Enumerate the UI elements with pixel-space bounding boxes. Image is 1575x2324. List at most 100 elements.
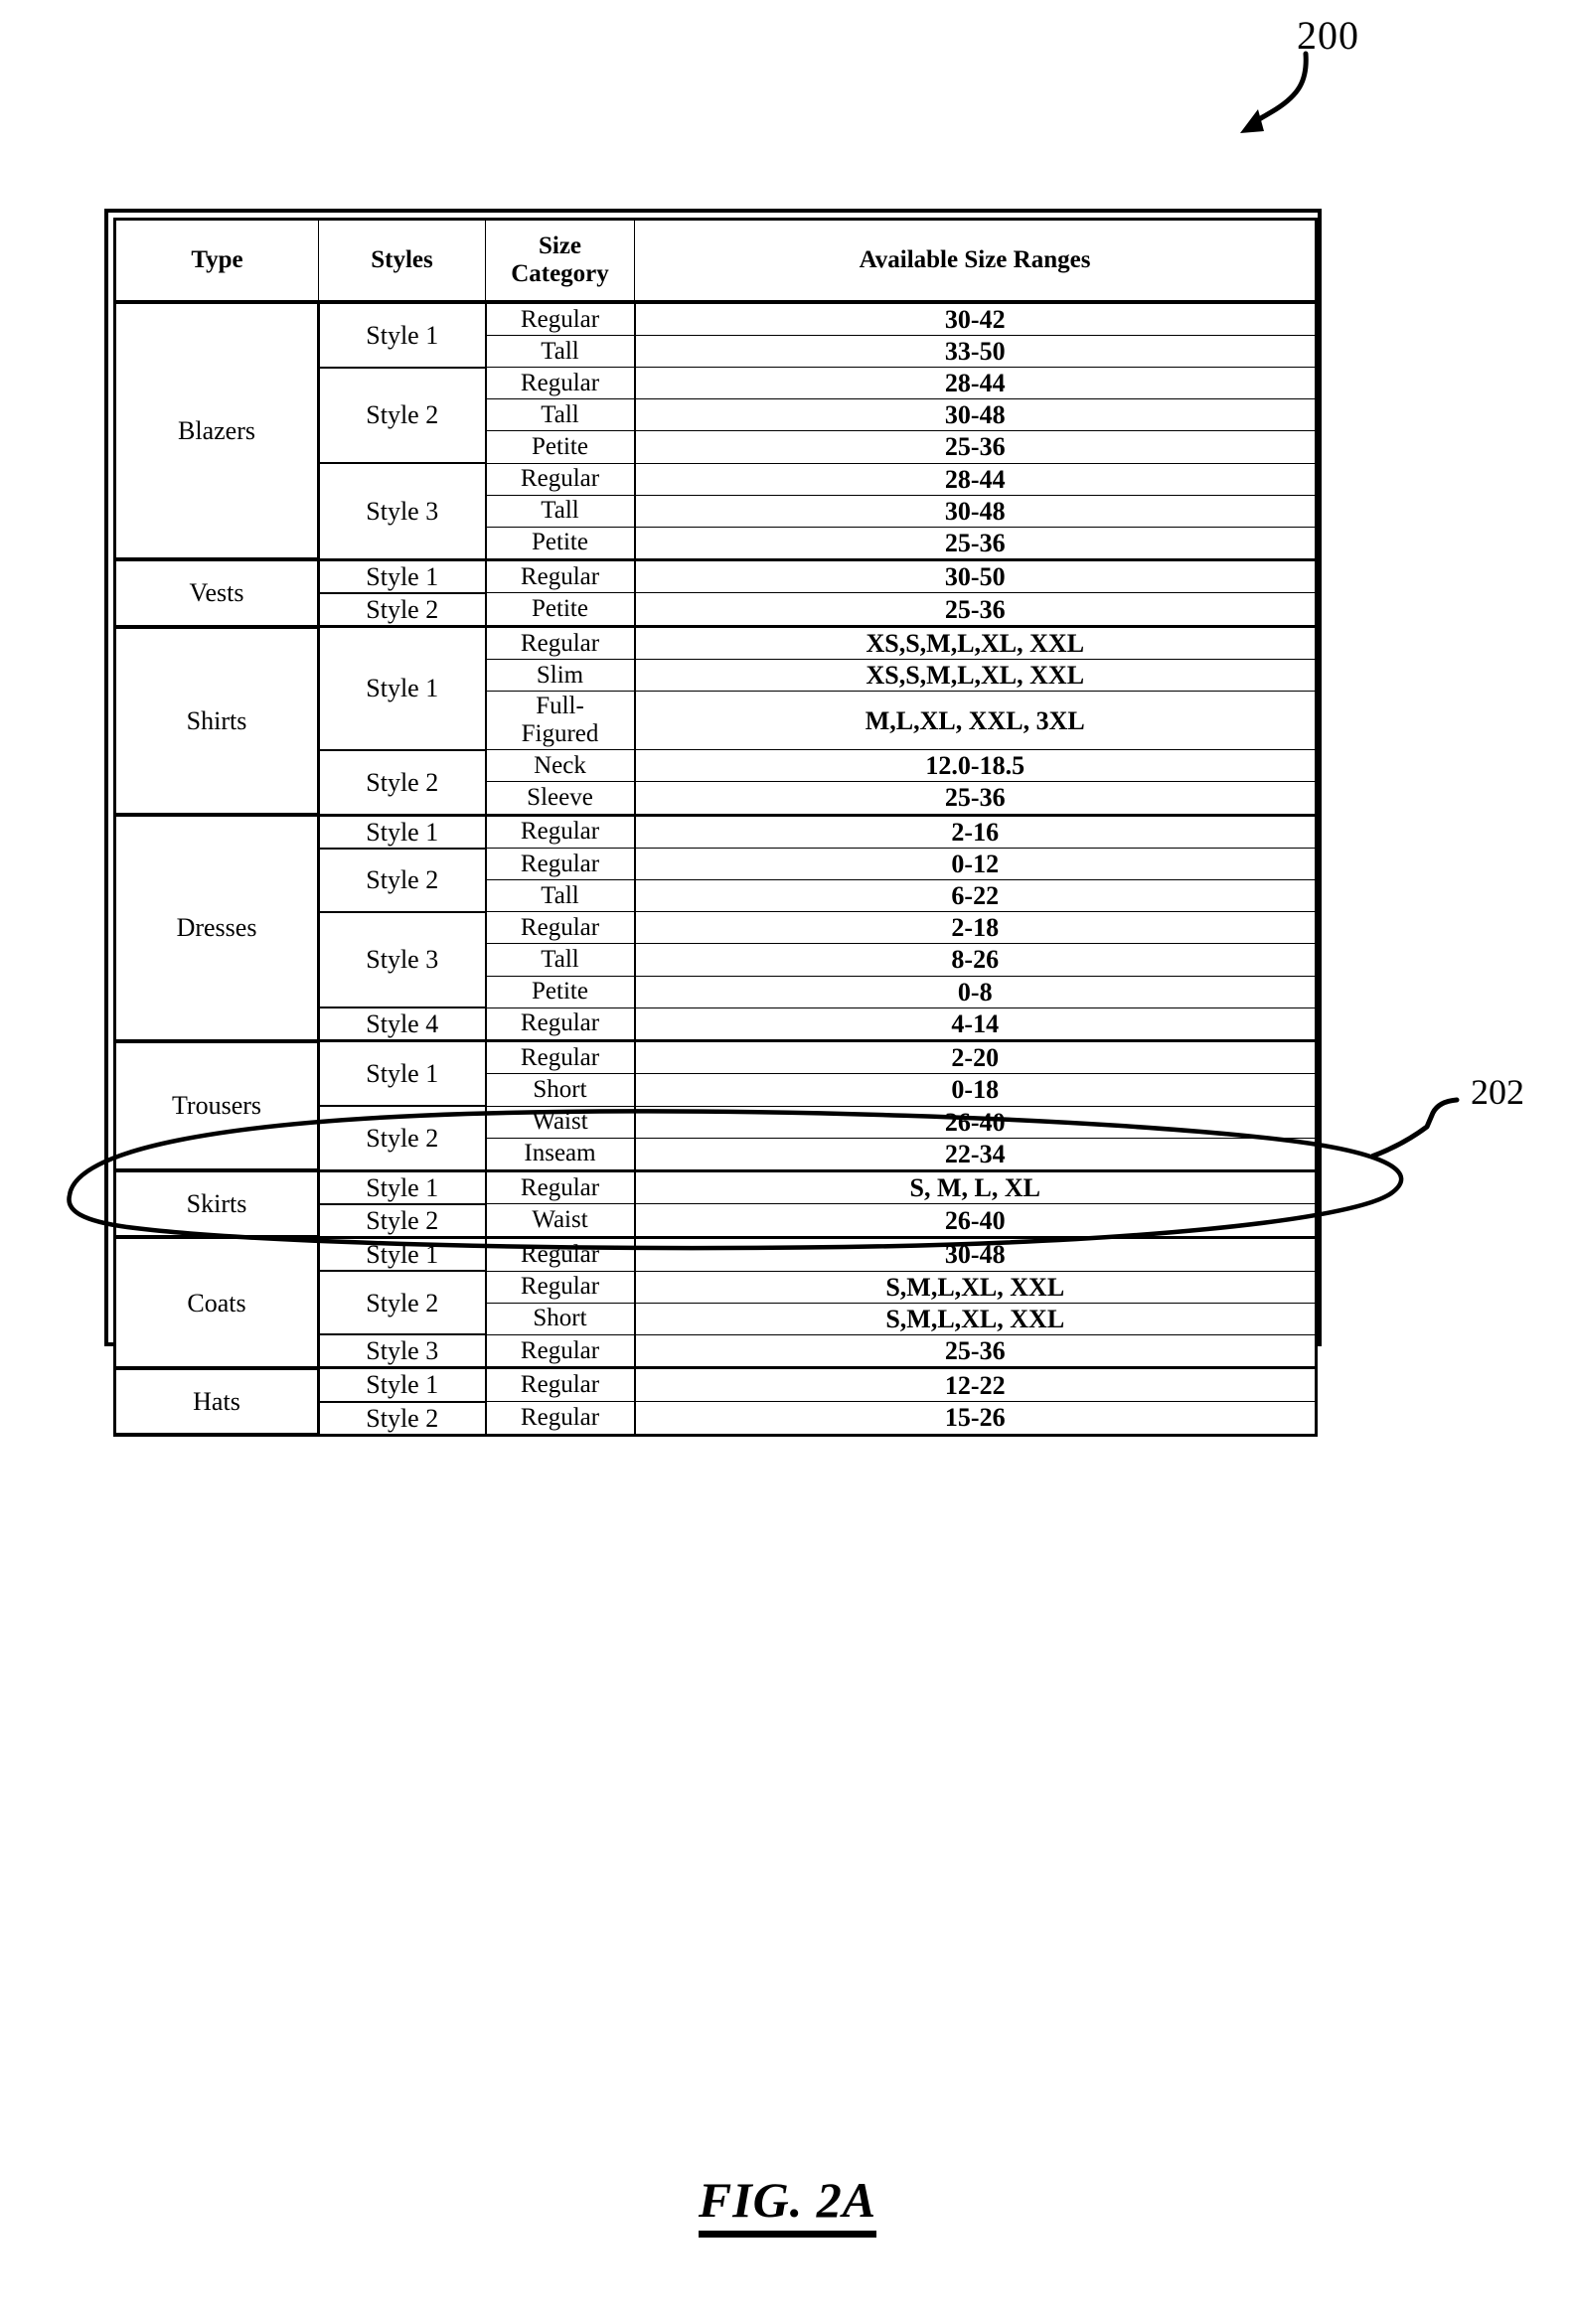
table-row: Hats Style 1 Regular 12-22 [114,1366,1317,1438]
cell-type: Trousers [114,1039,320,1173]
cell-available-size-range: 26-40 [634,1203,1317,1238]
cell-size-category: Regular [485,1235,636,1272]
cell-style: Style 1 [318,1039,487,1108]
cell-size-category: Waist [485,1105,636,1139]
cell-available-size-range: XS,S,M,L,XL, XXL [634,625,1317,661]
reference-numeral-200-arrow [1240,51,1309,133]
cell-available-size-range: 0-8 [634,975,1317,1008]
cell-style: Style 1 [318,813,487,850]
cell-available-size-range: XS,S,M,L,XL, XXL [634,659,1317,693]
cell-type: Skirts [114,1168,320,1240]
column-header-available-size-ranges: Available Size Ranges [634,219,1317,304]
cell-style: Style 4 [318,1007,487,1042]
cell-size-category: Regular [485,557,636,594]
cell-available-size-range: 6-22 [634,879,1317,913]
cell-available-size-range: 0-18 [634,1073,1317,1107]
cell-size-category: Regular [485,300,636,337]
cell-available-size-range: 30-48 [634,1235,1317,1272]
cell-available-size-range: 15-26 [634,1401,1317,1436]
cell-size-category: Petite [485,526,636,560]
cell-available-size-range: 2-20 [634,1039,1317,1075]
cell-size-category: Regular [485,1168,636,1205]
cell-available-size-range: 4-14 [634,1007,1317,1042]
cell-available-size-range: S, M, L, XL [634,1168,1317,1205]
cell-size-category: Regular [485,462,636,496]
cell-size-category: Regular [485,367,636,400]
cell-style: Style 2 [318,1203,487,1238]
cell-available-size-range: 26-40 [634,1105,1317,1139]
cell-available-size-range: S,M,L,XL, XXL [634,1270,1317,1304]
table-body: Blazers Style 1 Regular 30-42 Tall 33-50 Style… [114,300,1317,1438]
cell-size-category: Regular [485,625,636,661]
cell-size-category: Regular [485,1007,636,1042]
cell-available-size-range: 30-50 [634,557,1317,594]
cell-type: Dresses [114,813,320,1043]
cell-type: Hats [114,1366,320,1438]
cell-available-size-range: M,L,XL, XXL, 3XL [634,691,1317,751]
cell-style: Style 1 [318,1235,487,1273]
cell-size-category: Tall [485,943,636,977]
cell-size-category: Slim [485,659,636,693]
figure-caption: FIG. 2A [0,2171,1575,2238]
table-row: Trousers Style 1 Regular 2-20 [114,1039,1317,1173]
cell-available-size-range: 2-16 [634,813,1317,850]
cell-size-category: Tall [485,879,636,913]
cell-size-category: Tall [485,335,636,369]
column-header-styles: Styles [318,219,486,304]
cell-available-size-range: 30-42 [634,300,1317,337]
table-row: Vests Style 1 Regular 30-50 [114,557,1317,629]
cell-available-size-range: 28-44 [634,367,1317,400]
cell-size-category: Tall [485,494,636,528]
cell-style: Style 2 [318,592,487,628]
cell-style: Style 2 [318,848,487,913]
reference-numeral-202: 202 [1471,1072,1524,1112]
table-row: Skirts Style 1 Regular S, M, L, XL [114,1168,1317,1240]
table-header-row: Type Styles Size Category Available Size… [114,219,1317,304]
size-range-table-frame: Type Styles Size Category Available Size… [104,209,1322,1438]
cell-size-category: Full- Figured [485,691,636,751]
cell-style: Style 1 [318,625,487,751]
column-header-type: Type [114,219,319,304]
cell-available-size-range: 8-26 [634,943,1317,977]
table-row: Shirts Style 1 Regular XS,S,M,L,XL, XXL [114,625,1317,818]
cell-available-size-range: S,M,L,XL, XXL [634,1302,1317,1335]
cell-style: Style 1 [318,557,487,594]
cell-style: Style 2 [318,1401,487,1436]
cell-size-category: Petite [485,592,636,628]
cell-size-category: Petite [485,975,636,1008]
cell-size-category: Regular [485,1401,636,1436]
cell-size-category: Petite [485,430,636,464]
cell-available-size-range: 28-44 [634,462,1317,496]
figure-caption-text: FIG. 2A [698,2171,877,2238]
cell-size-category-line2: Figured [521,720,599,748]
cell-type: Vests [114,557,320,629]
cell-available-size-range: 12.0-18.5 [634,749,1317,783]
column-header-size-category: Size Category [485,219,635,304]
cell-style: Style 3 [318,911,487,1009]
table-row: Coats Style 1 Regular 30-48 [114,1235,1317,1370]
cell-type: Blazers [114,300,320,562]
cell-size-category: Regular [485,848,636,881]
cell-style: Style 3 [318,462,487,560]
cell-style: Style 2 [318,1270,487,1336]
table-row: Blazers Style 1 Regular 30-42 [114,300,1317,562]
cell-available-size-range: 30-48 [634,398,1317,432]
cell-size-category: Inseam [485,1137,636,1171]
cell-size-category: Regular [485,911,636,945]
cell-available-size-range: 30-48 [634,494,1317,528]
cell-style: Style 2 [318,749,487,816]
cell-size-category-line1: Full- [536,693,584,720]
cell-size-category: Regular [485,1039,636,1075]
cell-available-size-range: 22-34 [634,1137,1317,1171]
cell-type: Shirts [114,625,320,818]
column-header-size-category-line1: Size [538,232,582,259]
cell-size-category: Short [485,1073,636,1107]
cell-style: Style 1 [318,1168,487,1205]
cell-available-size-range: 12-22 [634,1366,1317,1402]
cell-size-category: Regular [485,1366,636,1402]
cell-available-size-range: 25-36 [634,526,1317,560]
cell-style: Style 3 [318,1333,487,1369]
cell-style: Style 2 [318,1105,487,1171]
cell-style: Style 1 [318,1366,487,1403]
table-row: Dresses Style 1 Regular 2-16 [114,813,1317,1043]
